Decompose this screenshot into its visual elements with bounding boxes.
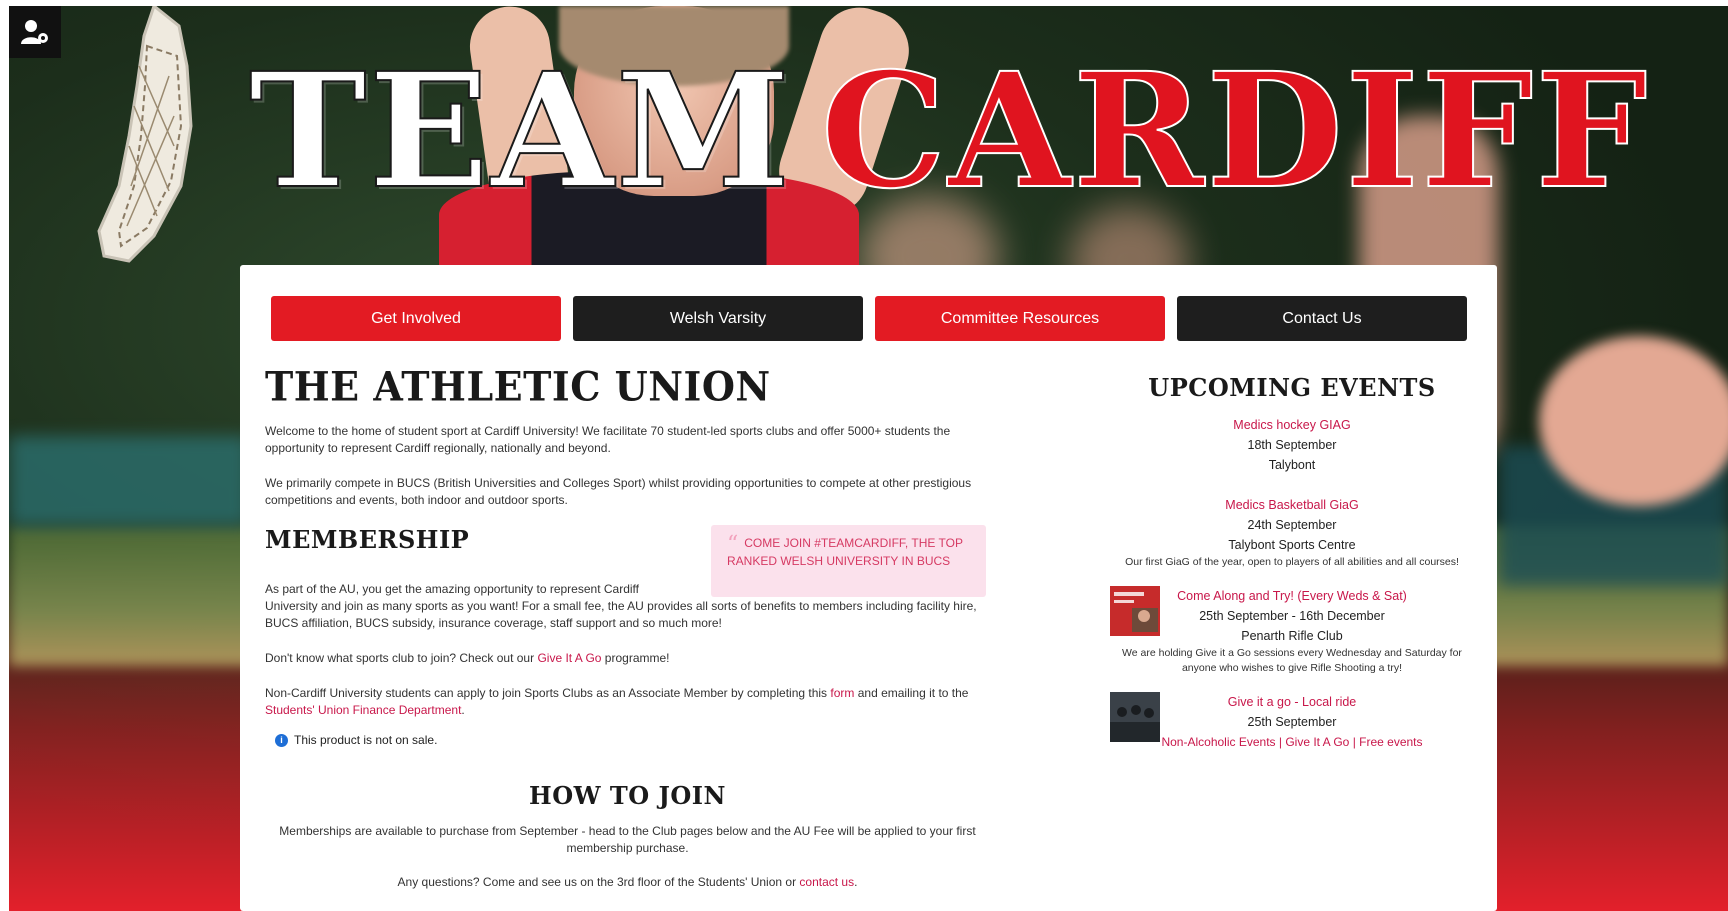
text: and emailing it to the xyxy=(854,686,969,700)
how-to-join-text: Memberships are available to purchase fr… xyxy=(279,824,976,855)
finance-department-link[interactable]: Students' Union Finance Department xyxy=(265,703,461,717)
event-venue: Talybont Sports Centre xyxy=(1228,538,1356,552)
not-on-sale-notice: i This product is not on sale. xyxy=(275,733,990,747)
event-date: 25th September - 16th December xyxy=(1199,609,1385,623)
give-it-a-go-paragraph: Don't know what sports club to join? Che… xyxy=(265,650,990,667)
user-gear-icon xyxy=(21,20,48,44)
event-thumbnail-image[interactable] xyxy=(1110,692,1160,742)
committee-resources-button[interactable]: Committee Resources xyxy=(875,296,1165,341)
event-title-link[interactable]: Medics hockey GIAG xyxy=(1110,415,1474,435)
event-tags: Non-Alcoholic Events | Give It A Go | Fr… xyxy=(1161,735,1423,749)
background-stand xyxy=(9,436,249,526)
hero-title: TEAM CARDIFF xyxy=(248,39,1650,224)
upcoming-events-section: UPCOMING EVENTS Medics hockey GIAG 18th … xyxy=(1110,373,1474,768)
form-link[interactable]: form xyxy=(830,686,854,700)
admin-user-settings-button[interactable] xyxy=(9,6,61,58)
associate-member-paragraph: Non-Cardiff University students can appl… xyxy=(265,685,990,719)
main-content-panel: Get Involved Welsh Varsity Committee Res… xyxy=(240,265,1497,911)
event-tag-link[interactable]: Free events xyxy=(1359,735,1422,749)
membership-quote: “COME JOIN #TEAMCARDIFF, THE TOP RANKED … xyxy=(711,525,986,597)
event-title-link[interactable]: Medics Basketball GiaG xyxy=(1110,495,1474,515)
athletic-union-intro: Welcome to the home of student sport at … xyxy=(265,424,951,455)
text: . xyxy=(461,703,465,717)
event-item: Medics hockey GIAG 18th September Talybo… xyxy=(1110,415,1474,475)
hero-title-team: TEAM xyxy=(248,39,793,224)
text: Any questions? Come and see us on the 3r… xyxy=(397,875,800,889)
how-to-join-heading: HOW TO JOIN xyxy=(529,781,726,810)
text: programme! xyxy=(601,651,670,665)
athletic-union-bucs: We primarily compete in BUCS (British Un… xyxy=(265,476,972,507)
event-description: We are holding Give it a Go sessions eve… xyxy=(1122,647,1462,674)
event-date: 24th September xyxy=(1247,518,1337,532)
text: Non-Cardiff University students can appl… xyxy=(265,686,831,700)
lacrosse-stick-image xyxy=(97,6,193,263)
event-date: 18th September xyxy=(1247,438,1337,452)
membership-text-a: As part of the AU, you get the amazing o… xyxy=(265,582,639,596)
contact-us-link[interactable]: contact us xyxy=(799,875,854,889)
event-title-link[interactable]: Give it a go - Local ride xyxy=(1110,692,1474,712)
text: . xyxy=(854,875,858,889)
event-thumbnail-image[interactable] xyxy=(1110,586,1160,636)
welsh-varsity-button[interactable]: Welsh Varsity xyxy=(573,296,863,341)
upcoming-events-heading: UPCOMING EVENTS xyxy=(1148,373,1436,402)
event-description: Our first GiaG of the year, open to play… xyxy=(1125,556,1459,568)
get-involved-button[interactable]: Get Involved xyxy=(271,296,561,341)
event-item: Give it a go - Local ride 25th September… xyxy=(1110,692,1474,752)
give-it-a-go-link[interactable]: Give It A Go xyxy=(537,651,601,665)
quote-text: COME JOIN #TEAMCARDIFF, THE TOP RANKED W… xyxy=(727,536,963,568)
notice-text: This product is not on sale. xyxy=(294,733,438,747)
event-tag-link[interactable]: Non-Alcoholic Events xyxy=(1161,735,1275,749)
info-icon: i xyxy=(275,733,288,747)
event-title-link[interactable]: Come Along and Try! (Every Weds & Sat) xyxy=(1110,586,1474,606)
how-to-join-section: HOW TO JOIN Memberships are available to… xyxy=(265,781,990,908)
background-player-right xyxy=(1539,336,1728,506)
event-item: Come Along and Try! (Every Weds & Sat) 2… xyxy=(1110,586,1474,676)
event-tag-link[interactable]: Give It A Go xyxy=(1285,735,1349,749)
contact-us-button[interactable]: Contact Us xyxy=(1177,296,1467,341)
event-item: Medics Basketball GiaG 24th September Ta… xyxy=(1110,495,1474,570)
athletic-union-heading: THE ATHLETIC UNION xyxy=(265,362,771,411)
hero-title-cardiff: CARDIFF xyxy=(820,39,1650,224)
event-venue: Penarth Rifle Club xyxy=(1241,629,1343,643)
text: Don't know what sports club to join? Che… xyxy=(265,651,538,665)
membership-text-b: University and join as many sports as yo… xyxy=(265,599,977,630)
quick-links-nav: Get Involved Welsh Varsity Committee Res… xyxy=(271,296,1467,341)
questions-paragraph: Any questions? Come and see us on the 3r… xyxy=(265,874,990,891)
event-venue: Talybont xyxy=(1268,458,1316,472)
event-date: 25th September xyxy=(1247,715,1337,729)
